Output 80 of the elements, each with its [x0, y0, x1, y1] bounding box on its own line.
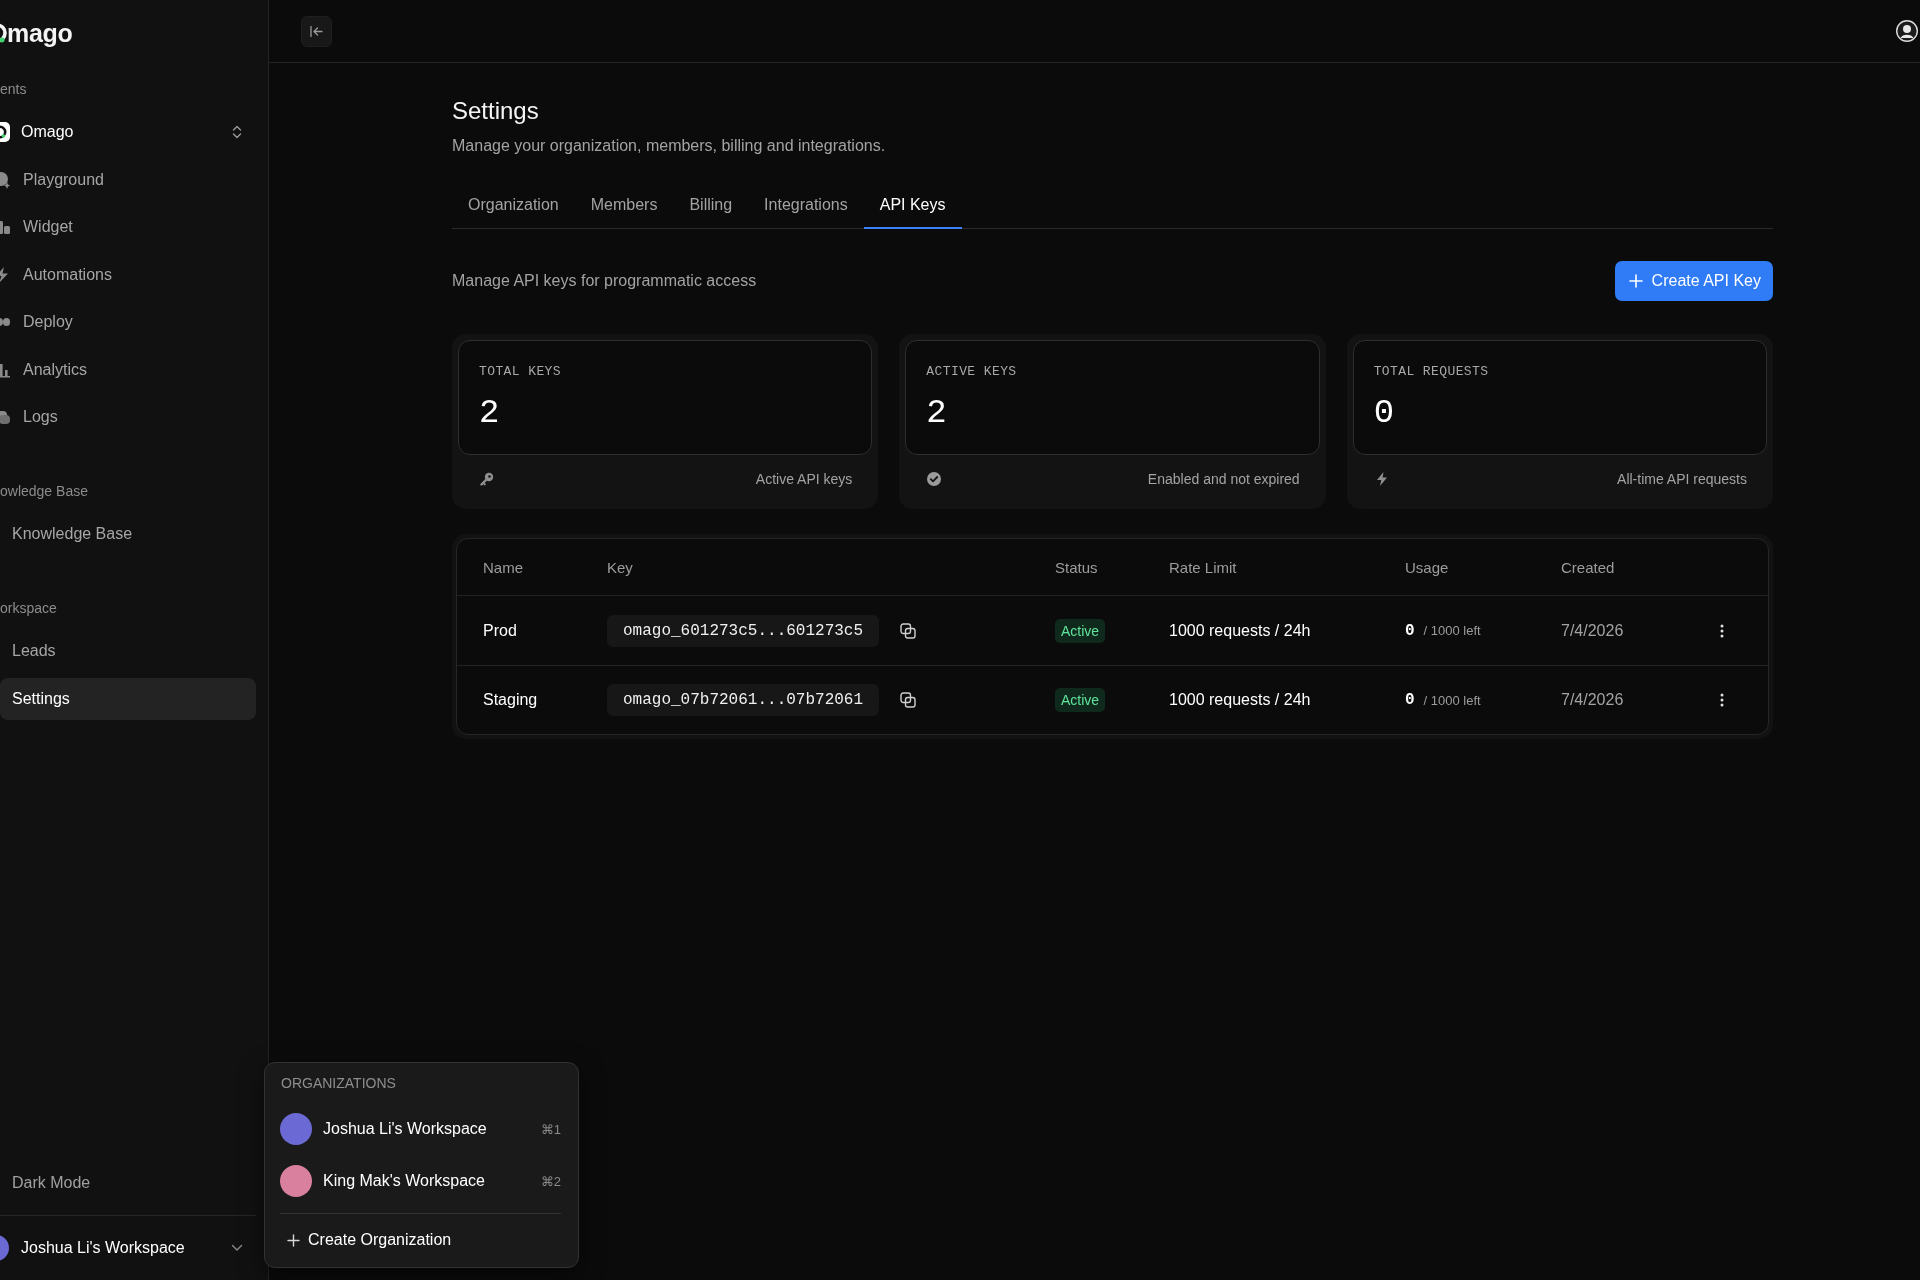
api-key-value: omago_07b72061...07b72061 — [607, 684, 880, 716]
shortcut-text: ⌘2 — [540, 1173, 561, 1189]
created-date: 7/4/2026 — [1561, 621, 1625, 640]
rate-limit: 1000 requests / 24h — [1169, 691, 1312, 709]
column-header: Status — [1055, 558, 1099, 576]
chat-bubbles-icon — [0, 408, 10, 426]
bolt-icon — [1374, 472, 1389, 486]
tab[interactable]: Billing — [673, 183, 749, 229]
nav-item[interactable]: Leads — [0, 630, 256, 672]
nav-item[interactable]: Deploy — [0, 301, 256, 343]
column-header: Key — [607, 558, 634, 576]
stat-label: ACTIVE KEYS — [926, 364, 1018, 380]
tab[interactable]: Integrations — [748, 183, 864, 229]
stat-caption: Enabled and not expired — [1147, 471, 1300, 487]
logo-text: mago — [7, 18, 73, 48]
logo-icon — [0, 21, 7, 45]
nav-item[interactable]: Settings — [0, 677, 256, 720]
stat-label: TOTAL REQUESTS — [1373, 364, 1490, 380]
created-date: 7/4/2026 — [1561, 691, 1625, 709]
column-header: Rate Limit — [1169, 558, 1238, 576]
rate-limit: 1000 requests / 24h — [1169, 621, 1312, 640]
menu-heading: ORGANIZATIONS — [280, 1074, 397, 1093]
create-organization-item[interactable]: Create Organization — [280, 1220, 561, 1260]
bolt-icon — [0, 265, 10, 284]
usage-limit: / 1000 left — [1423, 692, 1481, 708]
api-key-value: omago_601273c5...601273c5 — [607, 614, 880, 647]
stat-label: TOTAL KEYS — [479, 364, 562, 380]
column-header: Created — [1561, 558, 1616, 576]
organization-item[interactable]: Joshua Li's Workspace ⌘1 — [280, 1107, 561, 1151]
page-subtitle: Manage your organization, members, billing and integrations. — [452, 136, 887, 156]
avatar-icon — [0, 1235, 9, 1261]
create-api-key-button[interactable]: Create API Key — [1614, 261, 1773, 301]
more-options-icon[interactable] — [1720, 623, 1724, 638]
section-description: Manage API keys for programmatic access — [452, 272, 757, 290]
collapse-sidebar-button[interactable] — [301, 15, 332, 47]
dark-mode-item[interactable]: Dark Mode — [0, 1162, 256, 1204]
chevron-up-down-icon — [231, 125, 243, 139]
plus-icon — [1628, 274, 1643, 288]
stat-value: 2 — [479, 393, 500, 433]
shortcut-text: ⌘1 — [540, 1121, 561, 1137]
stat-caption: All-time API requests — [1617, 471, 1747, 487]
plus-icon — [287, 1233, 300, 1247]
section-label: ents — [0, 80, 28, 99]
more-options-icon[interactable] — [1720, 693, 1724, 707]
usage-limit: / 1000 left — [1423, 623, 1481, 638]
organization-item[interactable]: King Mak's Workspace ⌘2 — [280, 1159, 561, 1203]
tab[interactable]: API Keys — [863, 183, 962, 229]
stat-value: 0 — [1373, 393, 1395, 433]
status-badge: Active — [1055, 618, 1106, 643]
usage-count: 0 — [1405, 691, 1415, 709]
tab[interactable]: Members — [574, 183, 674, 229]
sparkle-icon — [0, 170, 10, 189]
project-selector[interactable]: Omago — [0, 111, 256, 153]
nav-item[interactable]: Automations — [0, 253, 256, 296]
chevron-down-icon — [231, 1244, 243, 1252]
column-header: Usage — [1405, 558, 1450, 576]
key-name: Prod — [483, 621, 518, 640]
nav-item[interactable]: Widget — [0, 206, 256, 248]
nav-item[interactable]: Logs — [0, 396, 256, 438]
page-title: Settings — [452, 97, 540, 125]
copy-icon[interactable] — [900, 692, 917, 708]
workspace-switcher[interactable]: Joshua Li's Workspace — [0, 1216, 256, 1280]
section-label: owledge Base — [0, 482, 89, 501]
nav-item[interactable]: Knowledge Base — [0, 513, 256, 555]
nav-item[interactable]: Playground — [0, 158, 256, 201]
stat-value: 2 — [926, 393, 947, 433]
tab[interactable]: Organization — [452, 183, 575, 229]
key-name: Staging — [483, 691, 539, 709]
usage-count: 0 — [1405, 621, 1415, 640]
bar-arrow-left-icon — [310, 25, 323, 37]
check-circle-icon — [927, 472, 942, 486]
copy-icon[interactable] — [900, 622, 917, 639]
panels-icon — [0, 218, 10, 236]
avatar-icon[interactable] — [1896, 20, 1918, 42]
stat-caption: Active API keys — [755, 471, 853, 487]
nav-item[interactable]: Analytics — [0, 348, 256, 391]
status-badge: Active — [1055, 688, 1106, 712]
key-icon — [480, 472, 494, 486]
section-label: orkspace — [0, 599, 58, 618]
column-header: Name — [483, 558, 524, 576]
